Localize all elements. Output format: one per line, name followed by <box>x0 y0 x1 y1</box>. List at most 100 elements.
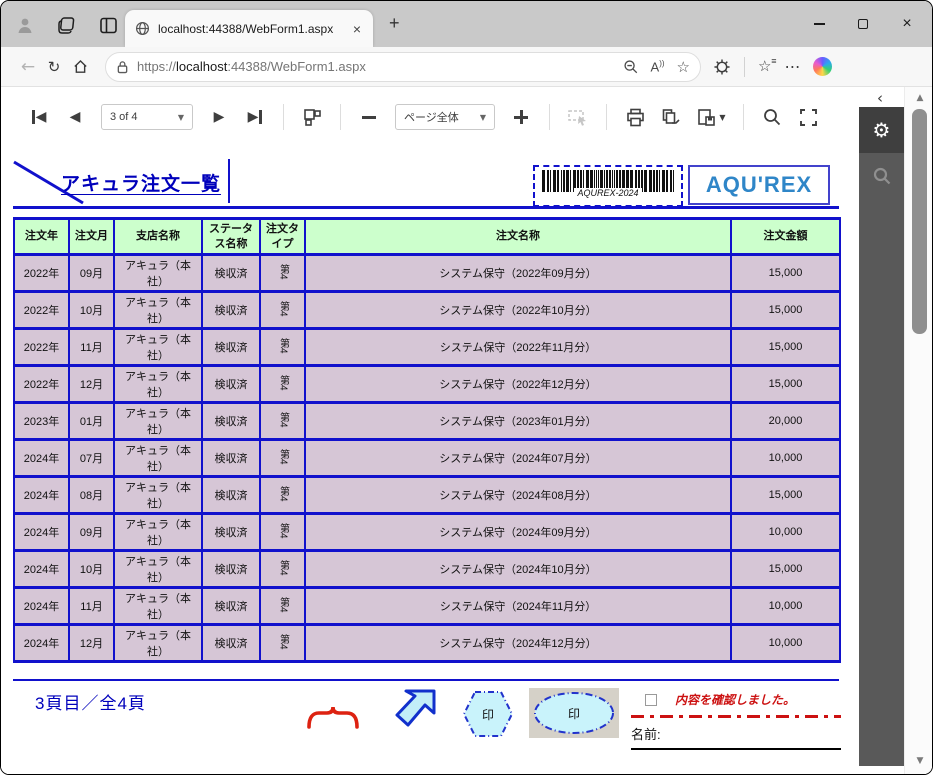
cell-amount: 15,000 <box>731 551 840 588</box>
extensions-icon[interactable] <box>713 58 731 76</box>
page-indicator-select[interactable]: 3 of 4▼ <box>101 104 193 130</box>
toolbar-separator <box>743 104 744 130</box>
back-icon[interactable]: ← <box>15 54 41 80</box>
read-aloud-icon[interactable]: A)) <box>651 59 665 74</box>
collapse-panel-chevron-icon[interactable]: ‹ <box>877 89 883 107</box>
order-table-header-row: 注文年注文月支店名称ステータス名称注文タイプ注文名称注文金額 <box>14 219 840 255</box>
url-text: https://localhost:44388/WebForm1.aspx <box>137 59 615 74</box>
vertical-scrollbar[interactable]: ▲ ▼ <box>904 87 933 774</box>
order-table-body: 2022年09月アキュラ（本社）検収済第4システム保守（2022年09月分）15… <box>14 255 840 662</box>
fullscreen-button[interactable] <box>794 102 822 132</box>
last-page-button[interactable]: ▶ <box>241 102 269 132</box>
scrollbar-thumb[interactable] <box>912 109 927 334</box>
workspaces-icon[interactable] <box>55 14 77 36</box>
vertical-tabs-icon[interactable] <box>97 14 119 36</box>
cell-year: 2023年 <box>14 403 69 440</box>
new-tab-button[interactable]: + <box>389 13 400 33</box>
profile-avatar-icon[interactable] <box>14 14 36 36</box>
tab-title: localhost:44388/WebForm1.aspx <box>158 22 343 36</box>
cell-year: 2024年 <box>14 477 69 514</box>
cell-type: 第4 <box>260 588 305 625</box>
cell-amount: 15,000 <box>731 366 840 403</box>
minimize-button[interactable] <box>812 17 826 31</box>
refresh-icon[interactable]: ↻ <box>41 54 67 80</box>
globe-icon <box>135 21 150 36</box>
table-row: 2024年12月アキュラ（本社）検収済第4システム保守（2024年12月分）10… <box>14 625 840 662</box>
cell-status: 検収済 <box>202 366 260 403</box>
cell-year: 2024年 <box>14 514 69 551</box>
cell-type: 第4 <box>260 551 305 588</box>
browser-tab[interactable]: localhost:44388/WebForm1.aspx × <box>125 10 373 47</box>
toolbar-divider <box>744 57 745 77</box>
previous-page-button[interactable]: ◀ <box>61 102 89 132</box>
hexagon-stamp-label: 印 <box>482 708 494 722</box>
first-page-button[interactable]: ◀ <box>25 102 53 132</box>
maximize-button[interactable] <box>856 17 870 31</box>
cell-type: 第4 <box>260 514 305 551</box>
cell-type: 第4 <box>260 403 305 440</box>
oval-stamp-label: 印 <box>568 707 580 721</box>
export-save-button[interactable]: ▼ <box>693 102 729 132</box>
cell-type: 第4 <box>260 625 305 662</box>
cell-branch: アキュラ（本社） <box>114 477 202 514</box>
table-row: 2022年09月アキュラ（本社）検収済第4システム保守（2022年09月分）15… <box>14 255 840 292</box>
tab-close-icon[interactable]: × <box>351 21 363 37</box>
cell-amount: 15,000 <box>731 255 840 292</box>
cell-amount: 10,000 <box>731 588 840 625</box>
next-page-button[interactable]: ▶ <box>205 102 233 132</box>
cell-month: 09月 <box>69 514 114 551</box>
close-window-button[interactable]: × <box>900 17 914 31</box>
print-layout-button[interactable] <box>657 102 685 132</box>
cell-status: 検収済 <box>202 440 260 477</box>
cell-name: システム保守（2022年09月分） <box>305 255 731 292</box>
cell-branch: アキュラ（本社） <box>114 588 202 625</box>
scroll-up-icon[interactable]: ▲ <box>905 93 933 103</box>
zoom-out-icon[interactable] <box>623 59 639 75</box>
table-row: 2024年11月アキュラ（本社）検収済第4システム保守（2024年11月分）10… <box>14 588 840 625</box>
oval-stamp: 印 <box>531 690 617 736</box>
zoom-in-button[interactable] <box>507 102 535 132</box>
panel-search-icon[interactable] <box>859 153 904 199</box>
zoom-out-button[interactable] <box>355 102 383 132</box>
favorites-bar-icon[interactable]: ☆≡ <box>758 57 771 76</box>
cell-type: 第4 <box>260 329 305 366</box>
cell-month: 11月 <box>69 329 114 366</box>
multipage-view-icon[interactable] <box>298 102 326 132</box>
window-controls: × <box>812 1 924 47</box>
arrow-annotation <box>386 685 446 743</box>
settings-more-icon[interactable]: ⋯ <box>784 57 800 76</box>
barcode-label: AQUREX-2024 <box>574 188 641 198</box>
cell-amount: 10,000 <box>731 514 840 551</box>
lock-icon <box>116 60 129 74</box>
copilot-icon[interactable] <box>813 57 832 76</box>
home-icon[interactable] <box>67 54 93 80</box>
toolbar-separator <box>340 104 341 130</box>
cell-status: 検収済 <box>202 514 260 551</box>
brace-annotation <box>304 703 364 731</box>
cell-status: 検収済 <box>202 255 260 292</box>
cell-branch: アキュラ（本社） <box>114 255 202 292</box>
barcode: AQUREX-2024 <box>533 165 683 207</box>
cell-type: 第4 <box>260 366 305 403</box>
favorites-star-icon[interactable]: ☆ <box>677 58 690 76</box>
column-header: 注文月 <box>69 219 114 255</box>
report-page: アキュラ注文一覧 AQUREX-2024 AQU'REX 注文年注文月支店名称ス… <box>1 151 859 775</box>
print-button[interactable] <box>621 102 649 132</box>
cell-year: 2024年 <box>14 551 69 588</box>
column-header: ステータス名称 <box>202 219 260 255</box>
footer-rule <box>13 679 839 681</box>
search-button[interactable] <box>758 102 786 132</box>
header-rule <box>13 206 839 209</box>
settings-gear-icon[interactable]: ⚙ <box>859 107 904 153</box>
cell-branch: アキュラ（本社） <box>114 292 202 329</box>
url-field[interactable]: https://localhost:44388/WebForm1.aspx A)… <box>105 52 701 82</box>
name-label: 名前: <box>631 724 841 743</box>
column-header: 注文名称 <box>305 219 731 255</box>
zoom-mode-select[interactable]: ページ全体▼ <box>395 104 495 130</box>
column-header: 支店名称 <box>114 219 202 255</box>
scroll-down-icon[interactable]: ▼ <box>905 756 933 766</box>
address-bar: ← ↻ https://localhost:44388/WebForm1.asp… <box>1 47 932 87</box>
red-dash-line <box>631 715 841 718</box>
confirm-label: 内容を確認しました。 <box>675 691 795 708</box>
cell-name: システム保守（2024年08月分） <box>305 477 731 514</box>
